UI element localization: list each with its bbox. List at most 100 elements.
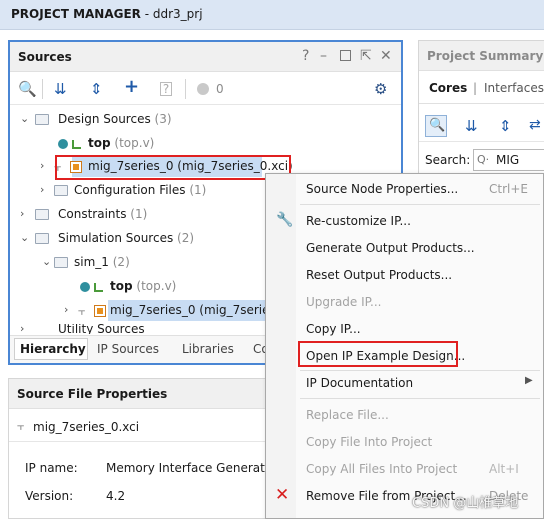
app-title-bar: PROJECT MANAGER - ddr3_prj: [0, 0, 544, 30]
chevron-right-icon[interactable]: ›: [40, 159, 44, 172]
source-file-properties-header: Source File Properties: [9, 379, 297, 409]
tree-label: mig_7series_0 (mig_7series: [110, 303, 276, 317]
float-icon[interactable]: ⇱: [360, 48, 372, 64]
project-summary-header: Project Summary: [419, 41, 544, 71]
property-key: IP name:: [25, 461, 78, 475]
menu-item-reset-output-products[interactable]: Reset Output Products...: [306, 268, 452, 282]
property-value: 4.2: [106, 489, 126, 503]
menu-item-replace-file: Replace File...: [306, 408, 389, 422]
tree-item-utility-sources[interactable]: › Utility Sources: [18, 324, 268, 334]
gear-icon[interactable]: ⚙: [374, 80, 387, 98]
tree-node-icon: ⫟: [17, 419, 25, 433]
menu-item-copy-ip[interactable]: Copy IP...: [306, 322, 361, 336]
tree-item-sim-top[interactable]: top (top.v): [76, 276, 276, 298]
highlight-box: [55, 155, 291, 180]
sort-icon[interactable]: ⇄: [529, 117, 541, 133]
module-dot-icon: [58, 139, 68, 149]
tab-hierarchy[interactable]: Hierarchy: [20, 342, 86, 356]
add-sources-icon[interactable]: +: [124, 76, 139, 97]
maximize-icon[interactable]: [340, 50, 351, 61]
tree-label: top: [110, 279, 133, 293]
search-value: MIG: [496, 153, 520, 167]
collapse-all-icon[interactable]: ⇊: [54, 80, 67, 98]
source-file-properties-panel: Source File Properties ⫟ mig_7series_0.x…: [8, 378, 298, 519]
chevron-down-icon[interactable]: ⌄: [42, 255, 51, 268]
search-icon[interactable]: 🔍: [18, 80, 37, 98]
property-value: Memory Interface Generator (: [106, 461, 286, 475]
folder-icon: [54, 257, 68, 268]
chevron-down-icon[interactable]: ⌄: [20, 112, 29, 125]
tree-item-sim-mig[interactable]: › ⫟ mig_7series_0 (mig_7series: [64, 300, 276, 322]
tree-count: (2): [112, 255, 130, 269]
file-name: mig_7series_0.xci: [33, 420, 140, 434]
project-summary-title[interactable]: Project Summary: [427, 49, 543, 63]
menu-item-generate-output-products[interactable]: Generate Output Products...: [306, 241, 475, 255]
search-label: Search:: [425, 153, 471, 167]
highlight-box: [298, 341, 458, 367]
tab-interfaces[interactable]: Interfaces: [484, 81, 544, 95]
wrench-icon: 🔧: [276, 212, 294, 228]
menu-item-ip-documentation[interactable]: IP Documentation: [306, 376, 413, 390]
hierarchy-icon: [72, 140, 81, 149]
tree-label: top: [88, 136, 111, 150]
source-file-properties-title: Source File Properties: [17, 387, 168, 401]
search-input[interactable]: Q· MIG: [473, 149, 544, 171]
remove-x-icon: ✕: [275, 485, 290, 505]
tree-file: (top.v): [136, 279, 177, 293]
property-key: Version:: [25, 489, 74, 503]
tree-label: Configuration Files: [74, 183, 186, 197]
tab-libraries[interactable]: Libraries: [182, 342, 234, 356]
module-dot-icon: [80, 282, 90, 292]
chevron-right-icon[interactable]: ›: [20, 207, 24, 220]
document-icon[interactable]: ?: [160, 82, 172, 96]
close-icon[interactable]: ✕: [380, 48, 392, 64]
hierarchy-icon: [94, 283, 103, 292]
tree-file: (top.v): [114, 136, 155, 150]
ip-core-icon: [94, 305, 106, 317]
tree-label: Utility Sources: [58, 324, 145, 334]
tree-count: (3): [154, 112, 172, 126]
project-name: - ddr3_prj: [140, 7, 203, 21]
tree-item-design-sources[interactable]: ⌄ Design Sources (3): [18, 109, 398, 131]
menu-item-copy-file-into-project: Copy File Into Project: [306, 435, 433, 449]
status-dot-icon: [197, 83, 209, 95]
watermark: CSDN @山椎草地: [412, 496, 519, 511]
sources-title: Sources: [18, 50, 72, 64]
menu-item-recustomize-ip[interactable]: Re-customize IP...: [306, 214, 411, 228]
search-icon: Q·: [477, 153, 490, 166]
menu-item-source-node-properties[interactable]: Source Node Properties...: [306, 182, 458, 196]
menu-item-copy-all-files-into-project: Copy All Files Into Project: [306, 462, 458, 476]
collapse-all-icon[interactable]: ⇊: [465, 117, 478, 135]
sources-toolbar: 🔍 ⇊ ⇕ + ? 0 ⚙: [10, 73, 401, 105]
context-menu: Source Node Properties... Ctrl+E 🔧 Re-cu…: [265, 173, 544, 519]
app-title: PROJECT MANAGER: [11, 7, 141, 21]
folder-icon: [35, 233, 49, 244]
chevron-right-icon[interactable]: ›: [64, 303, 68, 316]
tab-cores[interactable]: Cores: [429, 81, 467, 95]
tree-label: sim_1: [74, 255, 109, 269]
minimize-icon[interactable]: –: [320, 48, 327, 64]
help-icon[interactable]: ?: [302, 48, 309, 64]
submenu-arrow-icon: ▶: [525, 375, 533, 386]
status-count: 0: [216, 82, 224, 96]
folder-icon: [35, 209, 49, 220]
tree-label: Simulation Sources: [58, 231, 174, 245]
expand-all-icon[interactable]: ⇕: [499, 117, 512, 135]
tab-ip-sources[interactable]: IP Sources: [97, 342, 159, 356]
tree-count: (2): [177, 231, 195, 245]
tree-item-top[interactable]: top (top.v): [54, 133, 394, 155]
chevron-down-icon[interactable]: ⌄: [20, 231, 29, 244]
expand-all-icon[interactable]: ⇕: [90, 80, 103, 98]
chevron-right-icon[interactable]: ›: [20, 324, 24, 334]
tree-label: Constraints: [58, 207, 127, 221]
shortcut-label: Alt+I: [489, 462, 519, 476]
search-icon[interactable]: 🔍: [425, 115, 447, 137]
tree-node-icon: ⫟: [78, 304, 86, 318]
chevron-right-icon[interactable]: ›: [40, 183, 44, 196]
folder-icon: [54, 185, 68, 196]
folder-icon: [35, 114, 49, 125]
menu-item-upgrade-ip: Upgrade IP...: [306, 295, 382, 309]
tree-count: (1): [130, 207, 148, 221]
tree-count: (1): [189, 183, 207, 197]
tree-label: Design Sources: [58, 112, 151, 126]
